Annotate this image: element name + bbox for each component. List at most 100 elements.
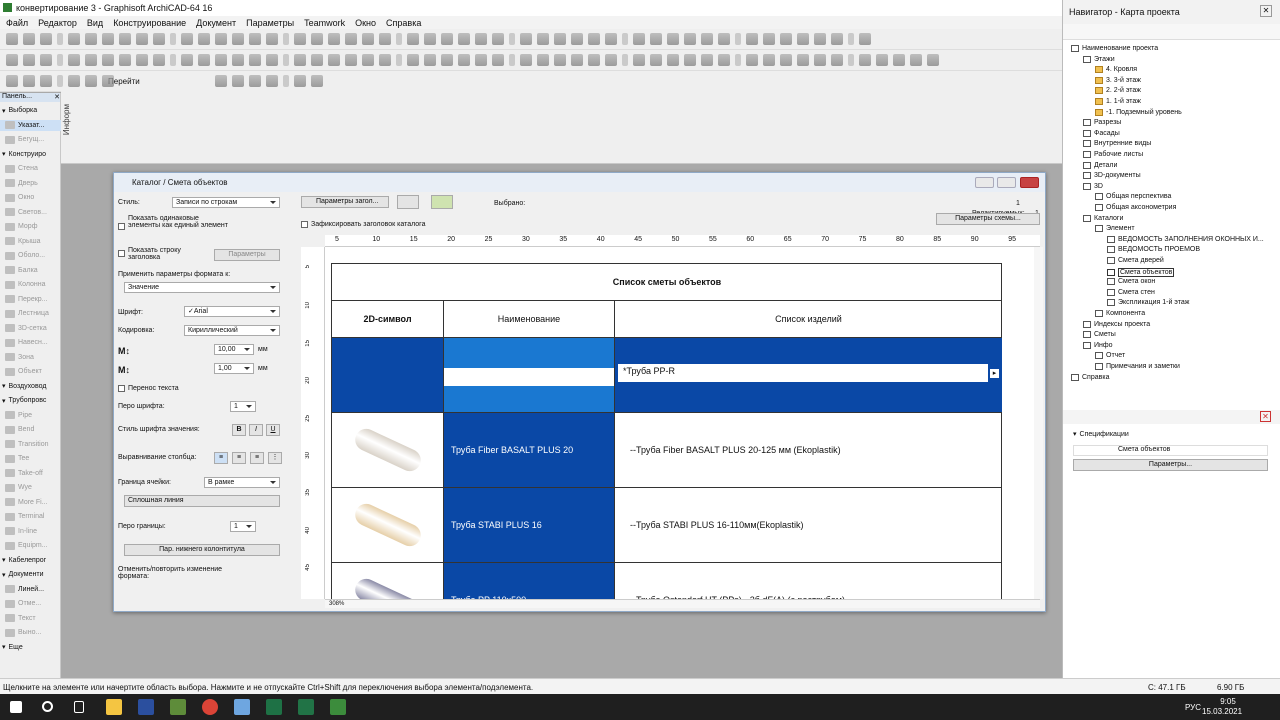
- app-icon[interactable]: [330, 699, 346, 715]
- toolbar-button[interactable]: [848, 33, 854, 45]
- tree-item[interactable]: Примечания и заметки: [1095, 363, 1180, 370]
- toolbox-item[interactable]: Бегущ...: [0, 134, 61, 145]
- text-size-input[interactable]: 10,00: [214, 344, 254, 355]
- toolbar-button[interactable]: [68, 75, 80, 87]
- toolbox-item[interactable]: Объект: [0, 366, 61, 377]
- toolbar-button[interactable]: [170, 54, 176, 66]
- menu-item[interactable]: Конструирование: [113, 18, 186, 28]
- toolbar-button[interactable]: [588, 33, 600, 45]
- row-products-cell[interactable]: --Труба Ostendorf HT (PPs) - 2б dF(A) (с…: [615, 563, 1002, 599]
- toolbar-button[interactable]: [633, 54, 645, 66]
- task-view-icon[interactable]: [74, 701, 84, 713]
- toolbar-button[interactable]: [23, 33, 35, 45]
- toolbox-item[interactable]: Крыша: [0, 236, 61, 247]
- fix-header-checkbox[interactable]: Зафиксировать заголовок каталога: [301, 221, 425, 228]
- toolbar-button[interactable]: [667, 33, 679, 45]
- toolbar-button[interactable]: [85, 75, 97, 87]
- toolbar-button[interactable]: [554, 33, 566, 45]
- menu-item[interactable]: Параметры: [246, 18, 294, 28]
- tree-item[interactable]: Отчет: [1095, 352, 1125, 360]
- toolbar-button[interactable]: [588, 54, 600, 66]
- close-button[interactable]: [1020, 177, 1039, 188]
- italic-button[interactable]: I: [249, 424, 263, 436]
- toolbar-button[interactable]: [848, 54, 854, 66]
- toolbox-item[interactable]: ▾ Еще: [0, 642, 61, 653]
- toolbar-button[interactable]: [102, 33, 114, 45]
- menu-item[interactable]: Вид: [87, 18, 103, 28]
- tree-item[interactable]: Справка: [1071, 373, 1109, 381]
- tree-item[interactable]: Инфо: [1083, 341, 1113, 349]
- toolbar-button[interactable]: [119, 33, 131, 45]
- toolbar-button[interactable]: [294, 54, 306, 66]
- align-button[interactable]: ≡: [232, 452, 246, 464]
- toolbar-button[interactable]: [701, 54, 713, 66]
- vertical-scrollbar[interactable]: [1034, 247, 1043, 599]
- toolbar-button[interactable]: [735, 54, 741, 66]
- toolbar-button[interactable]: [701, 33, 713, 45]
- tree-item[interactable]: Смета дверей: [1107, 257, 1164, 264]
- tree-item[interactable]: Наименование проекта: [1071, 45, 1158, 52]
- line-type-button[interactable]: Сплошная линия: [124, 495, 280, 507]
- toolbar-button[interactable]: [215, 54, 227, 66]
- clock-date[interactable]: 15.03.2021: [1202, 707, 1242, 716]
- toolbar-button[interactable]: [249, 54, 261, 66]
- horizontal-scrollbar[interactable]: 308%: [325, 599, 1040, 608]
- toolbox-item[interactable]: Морф: [0, 221, 61, 232]
- header-params-button[interactable]: Параметры загол...: [301, 196, 389, 208]
- selected-row-products[interactable]: *Труба PP-R ▸: [615, 338, 1002, 413]
- toolbar-button[interactable]: [40, 75, 52, 87]
- tree-item[interactable]: Каталоги: [1083, 214, 1123, 222]
- tree-item[interactable]: Компонента: [1095, 310, 1145, 317]
- toolbar-button[interactable]: [23, 54, 35, 66]
- tree-item[interactable]: Общая аксонометрия: [1095, 204, 1176, 211]
- pen-border-input[interactable]: 1: [230, 521, 256, 532]
- toolbar-button[interactable]: [797, 54, 809, 66]
- toolbar-button[interactable]: [57, 33, 63, 45]
- tree-item[interactable]: Сметы: [1083, 331, 1116, 339]
- toolbox-item[interactable]: Окно: [0, 192, 61, 203]
- toolbar-button[interactable]: [537, 54, 549, 66]
- tree-item[interactable]: Смета окон: [1107, 278, 1155, 286]
- toolbar-button[interactable]: [249, 75, 261, 87]
- toolbox-item[interactable]: In-line: [0, 526, 61, 537]
- toolbar-button[interactable]: [814, 54, 826, 66]
- toolbar-button[interactable]: [650, 33, 662, 45]
- menu-item[interactable]: Справка: [386, 18, 421, 28]
- toolbar-button[interactable]: [23, 75, 35, 87]
- toolbar-button[interactable]: [40, 33, 52, 45]
- toolbar-button[interactable]: [537, 33, 549, 45]
- toolbar-button[interactable]: [475, 54, 487, 66]
- align-button[interactable]: ≡: [214, 452, 228, 464]
- row-name-cell[interactable]: Труба STABI PLUS 16: [444, 488, 615, 563]
- close-icon[interactable]: ✕: [54, 93, 60, 102]
- tree-item[interactable]: 4. Кровля: [1095, 66, 1137, 74]
- tree-item[interactable]: Смета стен: [1107, 288, 1155, 296]
- toolbar-button[interactable]: [311, 75, 323, 87]
- toolbar-button[interactable]: [68, 54, 80, 66]
- minimize-button[interactable]: [975, 177, 994, 188]
- toolbar-button[interactable]: [571, 33, 583, 45]
- toolbar-button[interactable]: [181, 33, 193, 45]
- toolbar-button[interactable]: [396, 33, 402, 45]
- toolbar-button[interactable]: [283, 75, 289, 87]
- toolbar-button[interactable]: [136, 54, 148, 66]
- toolbox-item[interactable]: ▾ Кабелепрог: [0, 555, 61, 566]
- toolbar-button[interactable]: [684, 54, 696, 66]
- toolbar-button[interactable]: [622, 33, 628, 45]
- toolbox-item[interactable]: Transition: [0, 439, 61, 450]
- row-name-cell[interactable]: Труба Fiber BASALT PLUS 20: [444, 413, 615, 488]
- toolbar-button[interactable]: [266, 54, 278, 66]
- spec-section[interactable]: ▾ Спецификации: [1073, 430, 1129, 439]
- toolbox-item[interactable]: Оболо...: [0, 250, 61, 261]
- toolbar-button[interactable]: [718, 33, 730, 45]
- file-explorer-icon[interactable]: [106, 699, 122, 715]
- toolbar-button[interactable]: [763, 33, 775, 45]
- sort-icon[interactable]: [397, 195, 419, 209]
- toolbar-button[interactable]: [232, 54, 244, 66]
- toolbox-item[interactable]: Дверь: [0, 178, 61, 189]
- toolbar-button[interactable]: [311, 54, 323, 66]
- toolbox-item[interactable]: Перекр...: [0, 294, 61, 305]
- toolbox-item[interactable]: Светов...: [0, 207, 61, 218]
- row-symbol-cell[interactable]: [332, 563, 444, 599]
- toolbox-item[interactable]: Wye: [0, 482, 61, 493]
